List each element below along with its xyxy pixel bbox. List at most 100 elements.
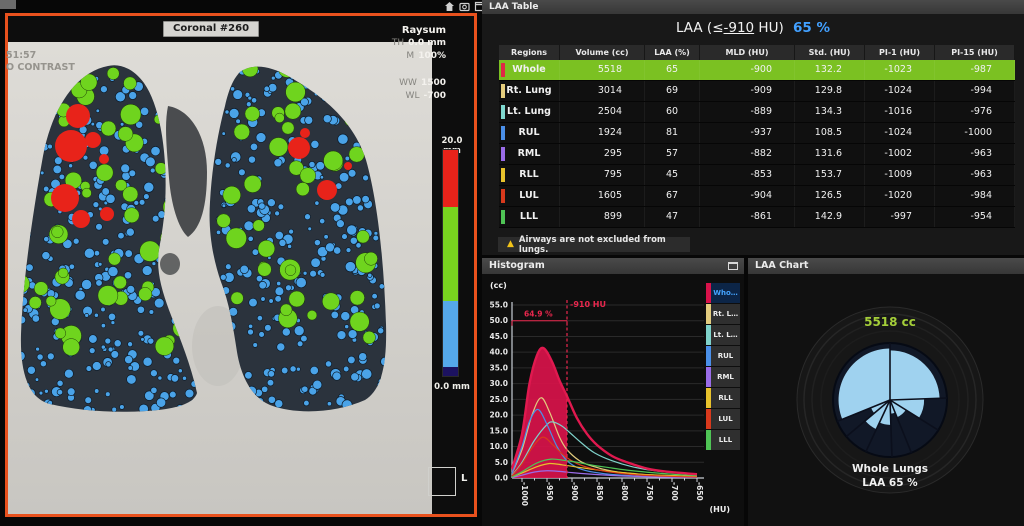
laa-rose-chart[interactable]: 5518 cc Whole Lungs LAA 65 % (748, 274, 1024, 526)
cell-std: 153.7 (795, 165, 865, 185)
cell-std: 129.8 (795, 81, 865, 101)
legend-item-lll[interactable]: LLL (706, 430, 740, 450)
table-row-rt-lung[interactable]: Rt. Lung 3014 69 -909 129.8 -1024 -994 (499, 81, 1015, 102)
cell-laa: 67 (645, 186, 700, 206)
slice-badge[interactable]: Coronal #260 (163, 21, 260, 37)
histogram-plot[interactable]: (cc) 0.0 5.0 10.0 15.0 20.0 25.0 30.0 35.0 40.0 45… (482, 274, 744, 526)
table-row-rul[interactable]: RUL 1924 81 -937 108.5 -1024 -1000 (499, 123, 1015, 144)
table-row-rll[interactable]: RLL 795 45 -853 153.7 -1009 -963 (499, 165, 1015, 186)
svg-text:-650: -650 (695, 482, 704, 501)
capture-icon[interactable] (459, 1, 470, 12)
cell-mld: -937 (700, 123, 795, 143)
svg-text:0.0: 0.0 (495, 474, 508, 483)
legend-item-lt-lung[interactable]: Lt. L… (706, 325, 740, 345)
cell-volume: 899 (560, 207, 645, 227)
cell-mld: -909 (700, 81, 795, 101)
laa-results-table: Regions Volume (cc) LAA (%) MLD (HU) Std. (H… (499, 45, 1015, 228)
svg-text:-910 HU: -910 HU (570, 300, 606, 309)
legend-label: Rt. L… (711, 304, 740, 324)
legend-label: Who… (711, 283, 740, 303)
svg-text:30.0: 30.0 (489, 379, 508, 388)
svg-text:-1000: -1000 (520, 482, 529, 506)
expand-window-icon[interactable] (728, 262, 738, 270)
region-name: Lt. Lung (507, 106, 551, 117)
scan-time: 51:57 (6, 50, 37, 61)
legend-item-rt-lung[interactable]: Rt. L… (706, 304, 740, 324)
cell-laa: 81 (645, 123, 700, 143)
legend-label: Lt. L… (711, 325, 740, 345)
rose-region-label: Whole Lungs (852, 463, 928, 475)
svg-text:15.0: 15.0 (489, 426, 508, 435)
cell-std: 134.3 (795, 102, 865, 122)
cell-pi1: -1024 (865, 81, 935, 101)
region-color-chip (501, 126, 505, 140)
legend-item-rll[interactable]: RLL (706, 388, 740, 408)
navigator-box[interactable] (428, 467, 456, 496)
cell-mld: -853 (700, 165, 795, 185)
cell-pi15: -963 (935, 144, 1015, 164)
orientation-marker: L (461, 473, 468, 484)
laa-chart-panel: LAA Chart 5518 cc Whole Lungs LAA 65 % (748, 258, 1024, 526)
panel-title-laa-chart: LAA Chart (748, 258, 1024, 274)
cell-pi15: -994 (935, 81, 1015, 101)
cell-laa: 57 (645, 144, 700, 164)
cell-laa: 65 (645, 60, 700, 80)
region-name: RML (517, 148, 541, 159)
table-row-rml[interactable]: RML 295 57 -882 131.6 -1002 -963 (499, 144, 1015, 165)
viewer-toolbar (444, 1, 485, 12)
cell-pi1: -997 (865, 207, 935, 227)
legend-label: RUL (711, 346, 740, 366)
legend-item-lul[interactable]: LUL (706, 409, 740, 429)
home-icon[interactable] (444, 1, 455, 12)
cell-volume: 1605 (560, 186, 645, 206)
column-header: Volume (cc) (560, 45, 645, 60)
cell-std: 108.5 (795, 123, 865, 143)
column-header: PI-1 (HU) (865, 45, 935, 60)
table-row-lt-lung[interactable]: Lt. Lung 2504 60 -889 134.3 -1016 -976 (499, 102, 1015, 123)
contrast-label: O CONTRAST (6, 62, 75, 73)
color-scale-segment (443, 206, 458, 302)
column-header: PI-15 (HU) (935, 45, 1015, 60)
cell-volume: 295 (560, 144, 645, 164)
cell-volume: 5518 (560, 60, 645, 80)
table-row-lul[interactable]: LUL 1605 67 -904 126.5 -1020 -984 (499, 186, 1015, 207)
svg-text:10.0: 10.0 (489, 442, 508, 451)
region-name: Whole Lungs (512, 64, 546, 75)
color-scale-bar (442, 149, 459, 377)
cell-mld: -904 (700, 186, 795, 206)
table-row-lll[interactable]: LLL 899 47 -861 142.9 -997 -954 (499, 207, 1015, 228)
region-color-chip (501, 210, 505, 224)
svg-text:20.0: 20.0 (489, 411, 508, 420)
legend-item-whole-lungs[interactable]: Who… (706, 283, 740, 303)
cell-std: 132.2 (795, 60, 865, 80)
threshold-value: -910 (723, 20, 755, 36)
cell-laa: 45 (645, 165, 700, 185)
legend-item-rul[interactable]: RUL (706, 346, 740, 366)
region-name: LUL (519, 190, 539, 201)
cell-pi15: -1000 (935, 123, 1015, 143)
svg-text:-700: -700 (670, 482, 679, 501)
svg-text:40.0: 40.0 (489, 348, 508, 357)
cell-mld: -882 (700, 144, 795, 164)
cell-std: 126.5 (795, 186, 865, 206)
svg-text:5.0: 5.0 (495, 458, 508, 467)
table-row-whole-lungs[interactable]: Whole Lungs 551865-900132.2-1023-987 (499, 60, 1015, 81)
panel-title-histogram: Histogram (482, 258, 744, 274)
legend-item-rml[interactable]: RML (706, 367, 740, 387)
legend-label: RLL (711, 388, 740, 408)
svg-text:25.0: 25.0 (489, 395, 508, 404)
cell-pi1: -1002 (865, 144, 935, 164)
svg-text:45.0: 45.0 (489, 332, 508, 341)
cell-std: 142.9 (795, 207, 865, 227)
cell-pi1: -1020 (865, 186, 935, 206)
region-color-chip (501, 147, 505, 161)
laa-percent-value: 65 % (793, 20, 831, 36)
viewer-param-ww: WW 1500 (399, 78, 446, 88)
svg-text:-900: -900 (570, 482, 579, 501)
laa-table-panel: LAA Table LAA (≤-910 HU) 65 % Regions Vol… (482, 0, 1024, 255)
viewer-param-m: M 100% (406, 51, 446, 61)
viewer-param-wl: WL -700 (405, 91, 446, 101)
svg-text:-750: -750 (645, 482, 654, 501)
color-scale-min-label: 0.0 mm (434, 382, 470, 392)
ct-viewer-panel[interactable]: Coronal #260 51:57 O CONTRAST Raysum TH 0… (5, 13, 477, 517)
